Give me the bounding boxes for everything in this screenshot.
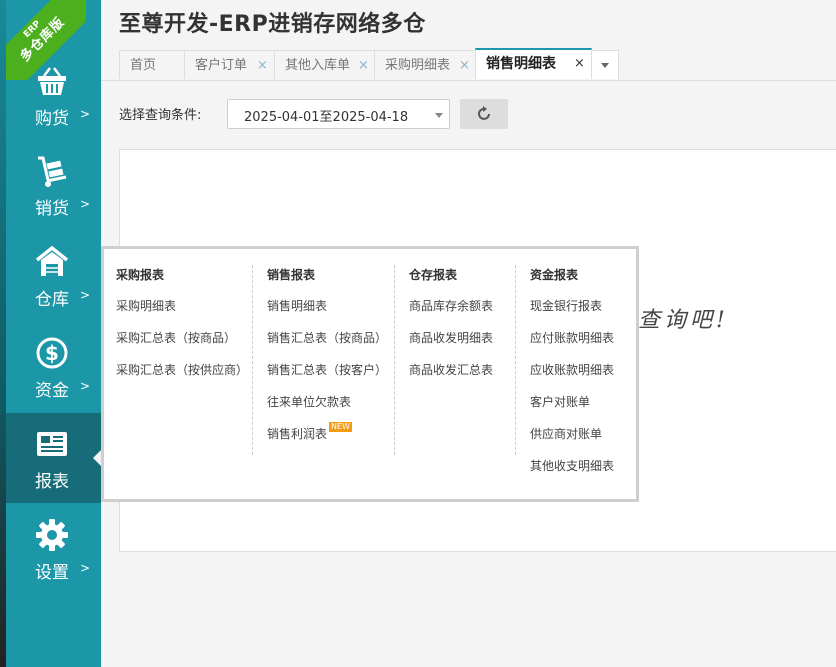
chevron-right-icon: >	[80, 561, 91, 575]
menu-item-stock-movement-summary[interactable]: 商品收发汇总表	[409, 361, 493, 378]
reports-menu: 采购报表 采购明细表 采购汇总表（按商品） 采购汇总表（按供应商） 销售报表 销…	[101, 246, 639, 502]
tab-customer-orders[interactable]: 客户订单 ×	[184, 50, 275, 79]
menu-item-sales-summary-customer[interactable]: 销售汇总表（按客户）	[267, 361, 387, 378]
report-icon	[37, 432, 67, 456]
close-icon[interactable]: ×	[459, 51, 470, 80]
chevron-right-icon: >	[80, 379, 91, 393]
menu-item-stock-balance[interactable]: 商品库存余额表	[409, 297, 493, 314]
refresh-icon	[478, 106, 490, 120]
tab-sales-detail[interactable]: 销售明细表 ×	[475, 48, 592, 79]
menu-heading-funds: 资金报表	[530, 268, 579, 282]
menu-item-sales-profit[interactable]: 销售利润表NEW	[267, 422, 352, 442]
chevron-right-icon: >	[80, 197, 91, 211]
tab-label: 其他入库单	[285, 58, 351, 73]
menu-item-payables-detail[interactable]: 应付账款明细表	[530, 329, 614, 346]
menu-item-sales-detail[interactable]: 销售明细表	[267, 297, 327, 314]
menu-item-customer-statement[interactable]: 客户对账单	[530, 393, 590, 410]
chevron-down-icon	[601, 63, 609, 68]
tab-purchase-detail[interactable]: 采购明细表 ×	[374, 50, 476, 79]
sidebar-item-label: 仓库	[35, 290, 69, 310]
active-indicator	[93, 450, 101, 466]
chevron-down-icon	[435, 113, 443, 118]
date-range-value: 2025-04-01至2025-04-18	[244, 110, 409, 125]
refresh-button[interactable]	[460, 99, 508, 129]
sidebar-item-funds[interactable]: $ 资金 >	[6, 322, 101, 412]
sidebar-item-reports[interactable]: 报表	[6, 413, 101, 503]
sidebar-item-warehouse[interactable]: 仓库 >	[6, 231, 101, 321]
menu-item-supplier-statement[interactable]: 供应商对账单	[530, 425, 602, 442]
tab-label: 客户订单	[195, 58, 248, 73]
hand-truck-icon	[38, 156, 67, 187]
query-label: 选择查询条件:	[119, 108, 202, 123]
menu-item-stock-movement-detail[interactable]: 商品收发明细表	[409, 329, 493, 346]
menu-item-purchase-summary-supplier[interactable]: 采购汇总表（按供应商）	[116, 361, 248, 378]
app-title: 至尊开发-ERP进销存网络多仓	[119, 12, 426, 37]
new-badge: NEW	[329, 422, 352, 432]
menu-divider	[252, 265, 253, 455]
menu-item-purchase-summary-product[interactable]: 采购汇总表（按商品）	[116, 329, 236, 346]
menu-heading-inventory: 仓存报表	[409, 268, 458, 282]
sidebar-item-settings[interactable]: 设置 >	[6, 504, 101, 594]
sidebar-item-sales[interactable]: 销货 >	[6, 140, 101, 230]
menu-item-receivables-detail[interactable]: 应收账款明细表	[530, 361, 614, 378]
tab-label: 采购明细表	[385, 58, 451, 73]
sidebar: ERP 多仓库版 购货 > 销货 > 仓库 > $ 资金 > 报表 设置 >	[6, 0, 101, 667]
tabbar-divider	[101, 80, 836, 81]
close-icon[interactable]: ×	[574, 50, 585, 78]
menu-item-label: 销售利润表	[267, 427, 328, 441]
menu-heading-purchase: 采购报表	[116, 268, 165, 282]
tab-label: 首页	[130, 58, 157, 73]
menu-item-other-income-expense[interactable]: 其他收支明细表	[530, 457, 614, 474]
menu-divider	[515, 265, 516, 455]
date-range-select[interactable]: 2025-04-01至2025-04-18	[227, 99, 450, 129]
tab-overflow-button[interactable]	[591, 50, 619, 79]
tab-home[interactable]: 首页	[119, 50, 185, 79]
tab-other-inbound[interactable]: 其他入库单 ×	[274, 50, 375, 79]
menu-divider	[394, 265, 395, 455]
sidebar-item-label: 资金	[35, 381, 69, 401]
dollar-icon: $	[36, 337, 68, 369]
warehouse-icon	[35, 245, 69, 276]
svg-text:$: $	[45, 341, 59, 365]
chevron-right-icon: >	[80, 288, 91, 302]
close-icon[interactable]: ×	[257, 51, 268, 80]
sidebar-item-label: 购货	[35, 109, 69, 129]
close-icon[interactable]: ×	[358, 51, 369, 80]
menu-heading-sales: 销售报表	[267, 268, 316, 282]
menu-item-receivables[interactable]: 往来单位欠款表	[267, 393, 351, 410]
menu-item-purchase-detail[interactable]: 采购明细表	[116, 297, 176, 314]
gear-icon	[36, 519, 68, 551]
sidebar-item-label: 设置	[35, 563, 69, 583]
sidebar-item-label: 销货	[35, 199, 69, 219]
chevron-right-icon: >	[80, 107, 91, 121]
menu-item-cash-bank[interactable]: 现金银行报表	[530, 297, 602, 314]
edition-ribbon: ERP 多仓库版	[6, 0, 86, 80]
menu-item-sales-summary-product[interactable]: 销售汇总表（按商品）	[267, 329, 387, 346]
sidebar-item-label: 报表	[35, 472, 69, 492]
tab-label: 销售明细表	[486, 56, 556, 72]
